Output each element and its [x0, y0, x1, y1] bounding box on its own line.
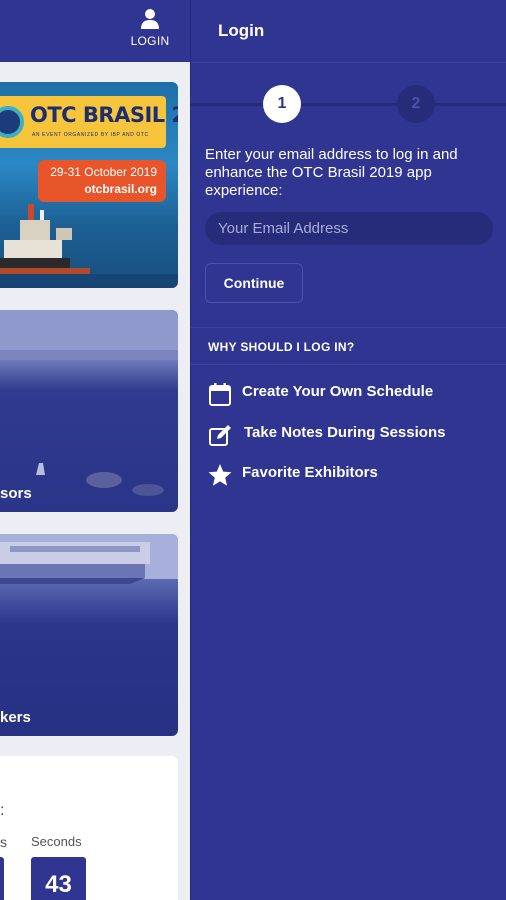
seconds-label: Seconds — [31, 834, 82, 849]
email-field[interactable] — [205, 212, 493, 245]
login-button-label: LOGIN — [130, 34, 170, 48]
event-title: OTC BRASIL 2019 — [30, 103, 178, 127]
countdown-card: : s Seconds 43 — [0, 756, 178, 900]
heading-divider — [191, 364, 506, 365]
ship-illustration — [0, 204, 178, 288]
event-sign: OTC BRASIL 2019 AN EVENT ORGANIZED BY IB… — [0, 96, 178, 148]
minutes-box — [0, 857, 4, 900]
login-title: Login — [218, 21, 265, 40]
event-banner[interactable]: OTC BRASIL 2019 AN EVENT ORGANIZED BY IB… — [0, 82, 178, 288]
speakers-card-label: kers — [0, 709, 31, 726]
step-1-indicator: 1 — [263, 85, 301, 123]
seconds-value: 43 — [31, 857, 86, 900]
benefit-label: Create Your Own Schedule — [242, 383, 434, 400]
login-instructions: Enter your email address to log in and e… — [205, 146, 458, 199]
continue-button[interactable]: Continue — [205, 263, 303, 303]
app-header: LOGIN — [0, 0, 190, 62]
event-website: otcbrasil.org — [84, 182, 157, 196]
login-panel: Login 1 2 Enter your email address to lo… — [190, 0, 506, 900]
event-dates-badge: 29-31 October 2019 otcbrasil.org — [38, 160, 166, 202]
edit-note-icon — [209, 425, 231, 446]
countdown-separator: : — [0, 802, 5, 819]
header-divider — [191, 62, 506, 63]
countdown-partial-label: s — [0, 834, 7, 850]
step-2-indicator: 2 — [397, 85, 435, 123]
calendar-icon — [209, 383, 231, 406]
section-divider — [191, 327, 506, 328]
benefit-label: Favorite Exhibitors — [242, 464, 378, 481]
why-login-heading: WHY SHOULD I LOG IN? — [208, 340, 355, 354]
speakers-card[interactable]: kers — [0, 534, 178, 736]
platform-illustration — [0, 310, 178, 496]
star-icon — [208, 464, 232, 486]
stepper-track — [191, 103, 506, 106]
user-icon — [141, 9, 159, 29]
event-dates: 29-31 October 2019 — [50, 165, 157, 179]
benefit-label: Take Notes During Sessions — [244, 424, 446, 441]
sponsors-card-label: sors — [0, 485, 32, 502]
otc-logo-icon — [0, 106, 24, 138]
sponsors-card[interactable]: sors — [0, 310, 178, 512]
login-button[interactable]: LOGIN — [120, 6, 180, 56]
home-screen: LOGIN OTC BRASIL 2019 AN EVENT ORGANIZED… — [0, 0, 190, 900]
vessel-illustration — [0, 534, 178, 584]
event-subtitle: AN EVENT ORGANIZED BY IBP AND OTC — [32, 132, 149, 138]
